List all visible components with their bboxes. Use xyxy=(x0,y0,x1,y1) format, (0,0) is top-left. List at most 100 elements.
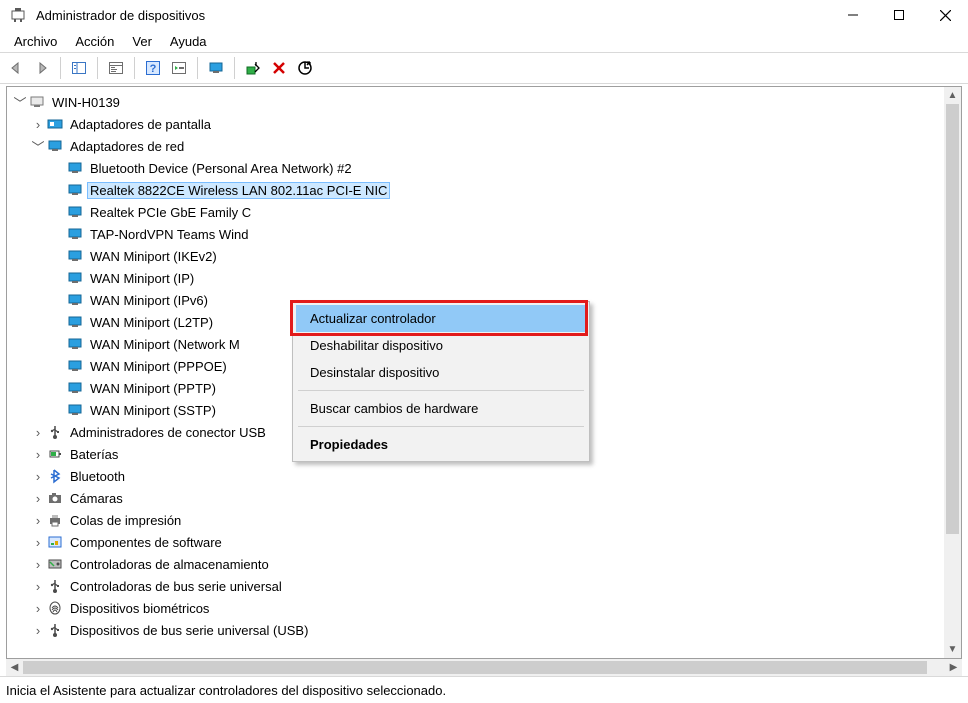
chevron-right-icon[interactable]: › xyxy=(31,513,45,528)
scrollbar-thumb[interactable] xyxy=(946,104,959,534)
scan-hardware-button[interactable] xyxy=(204,56,228,80)
tree-root-label: WIN-H0139 xyxy=(49,94,123,111)
context-menu-item[interactable]: Propiedades xyxy=(296,431,586,458)
tree-item-label: Componentes de software xyxy=(67,534,225,551)
tree-item-label: WAN Miniport (Network M xyxy=(87,336,243,353)
scroll-left-arrow-icon[interactable]: ◀ xyxy=(6,659,23,676)
properties-button[interactable] xyxy=(104,56,128,80)
tree-item-label: Controladoras de bus serie universal xyxy=(67,578,285,595)
tree-category[interactable]: › Componentes de software xyxy=(9,531,944,553)
context-menu-item[interactable]: Desinstalar dispositivo xyxy=(296,359,586,386)
tree-item-label: Administradores de conector USB xyxy=(67,424,269,441)
scroll-up-arrow-icon[interactable]: ▲ xyxy=(944,87,961,104)
bluetooth-icon xyxy=(47,468,63,484)
tree-item-label: Realtek 8822CE Wireless LAN 802.11ac PCI… xyxy=(87,182,390,199)
chevron-right-icon[interactable]: › xyxy=(31,579,45,594)
vertical-scrollbar[interactable]: ▲ ▼ xyxy=(944,87,961,658)
chevron-right-icon[interactable]: › xyxy=(31,557,45,572)
tree-category-display-adapters[interactable]: › Adaptadores de pantalla xyxy=(9,113,944,135)
close-button[interactable] xyxy=(922,0,968,30)
network-adapter-icon xyxy=(67,204,83,220)
show-hide-tree-button[interactable] xyxy=(67,56,91,80)
toolbar-separator xyxy=(134,57,135,79)
usb-icon xyxy=(47,622,63,638)
tree-category[interactable]: › Colas de impresión xyxy=(9,509,944,531)
tree-item-label: WAN Miniport (IP) xyxy=(87,270,197,287)
menu-ver[interactable]: Ver xyxy=(124,32,160,51)
tree-item-label: WAN Miniport (L2TP) xyxy=(87,314,216,331)
display-adapter-icon xyxy=(47,116,63,132)
tree-item-network-adapter[interactable]: Realtek PCIe GbE Family C xyxy=(9,201,944,223)
tree-category[interactable]: ›Dispositivos de bus serie universal (US… xyxy=(9,619,944,641)
tree-item-label: Bluetooth xyxy=(67,468,128,485)
tree-category[interactable]: › Controladoras de bus serie universal xyxy=(9,575,944,597)
chevron-right-icon[interactable]: › xyxy=(31,469,45,484)
uninstall-button[interactable] xyxy=(267,56,291,80)
scroll-right-arrow-icon[interactable]: ▶ xyxy=(945,659,962,676)
tree-category[interactable]: › Controladoras de almacenamiento xyxy=(9,553,944,575)
forward-button[interactable] xyxy=(30,56,54,80)
network-adapter-icon xyxy=(67,292,83,308)
battery-icon xyxy=(47,446,63,462)
chevron-right-icon[interactable]: › xyxy=(31,447,45,462)
tree-item-network-adapter[interactable]: WAN Miniport (IKEv2) xyxy=(9,245,944,267)
context-menu: Actualizar controladorDeshabilitar dispo… xyxy=(292,301,590,462)
tree-item-network-adapter[interactable]: Realtek 8822CE Wireless LAN 802.11ac PCI… xyxy=(9,179,944,201)
toolbar-separator xyxy=(97,57,98,79)
tree-root[interactable]: ﹀ WIN-H0139 xyxy=(9,91,944,113)
menu-accion[interactable]: Acción xyxy=(67,32,122,51)
tree-category[interactable]: › Bluetooth xyxy=(9,465,944,487)
menu-ayuda[interactable]: Ayuda xyxy=(162,32,215,51)
storage-icon xyxy=(47,556,63,572)
network-adapter-icon xyxy=(47,138,63,154)
chevron-down-icon[interactable]: ﹀ xyxy=(13,93,27,112)
scroll-down-arrow-icon[interactable]: ▼ xyxy=(944,641,961,658)
tree-item-label: Controladoras de almacenamiento xyxy=(67,556,272,573)
chevron-right-icon[interactable]: › xyxy=(31,623,45,638)
context-menu-item[interactable]: Actualizar controlador xyxy=(296,305,586,332)
minimize-button[interactable] xyxy=(830,0,876,30)
tree-category[interactable]: ›Dispositivos biométricos xyxy=(9,597,944,619)
back-button[interactable] xyxy=(4,56,28,80)
device-manager-window: Administrador de dispositivos Archivo Ac… xyxy=(0,0,968,703)
action-list-button[interactable] xyxy=(167,56,191,80)
chevron-down-icon[interactable]: ﹀ xyxy=(31,137,45,156)
chevron-right-icon[interactable]: › xyxy=(31,601,45,616)
maximize-button[interactable] xyxy=(876,0,922,30)
camera-icon xyxy=(47,490,63,506)
tree-item-label: WAN Miniport (PPTP) xyxy=(87,380,219,397)
chevron-right-icon[interactable]: › xyxy=(31,535,45,550)
computer-icon xyxy=(29,94,45,110)
tree-category-network-adapters[interactable]: ﹀ Adaptadores de red xyxy=(9,135,944,157)
chevron-right-icon[interactable]: › xyxy=(31,425,45,440)
status-text: Inicia el Asistente para actualizar cont… xyxy=(6,683,446,698)
scrollbar-thumb[interactable] xyxy=(23,661,927,674)
tree-item-label: WAN Miniport (PPPOE) xyxy=(87,358,230,375)
tree-item-label: Colas de impresión xyxy=(67,512,184,529)
tree-category[interactable]: ›Cámaras xyxy=(9,487,944,509)
tree-item-label: Baterías xyxy=(67,446,121,463)
tree-item-network-adapter[interactable]: WAN Miniport (IP) xyxy=(9,267,944,289)
network-adapter-icon xyxy=(67,380,83,396)
network-adapter-icon xyxy=(67,248,83,264)
scrollbar-track[interactable] xyxy=(23,659,945,676)
network-adapter-icon xyxy=(67,182,83,198)
context-menu-item[interactable]: Deshabilitar dispositivo xyxy=(296,332,586,359)
tree-item-label: Realtek PCIe GbE Family C xyxy=(87,204,254,221)
update-driver-button[interactable] xyxy=(241,56,265,80)
context-menu-item[interactable]: Buscar cambios de hardware xyxy=(296,395,586,422)
horizontal-scrollbar[interactable]: ◀ ▶ xyxy=(6,659,962,676)
scrollbar-track[interactable] xyxy=(944,104,961,641)
software-icon xyxy=(47,534,63,550)
help-button[interactable]: ? xyxy=(141,56,165,80)
context-menu-separator xyxy=(298,390,584,391)
status-bar: Inicia el Asistente para actualizar cont… xyxy=(0,676,968,703)
tree-pane: ﹀ WIN-H0139 › Adaptadores de pantalla ﹀ … xyxy=(6,86,962,659)
chevron-right-icon[interactable]: › xyxy=(31,117,45,132)
tree-item-network-adapter[interactable]: Bluetooth Device (Personal Area Network)… xyxy=(9,157,944,179)
tree-item-network-adapter[interactable]: TAP-NordVPN Teams Wind xyxy=(9,223,944,245)
chevron-right-icon[interactable]: › xyxy=(31,491,45,506)
disable-button[interactable] xyxy=(293,56,317,80)
window-controls xyxy=(830,0,968,30)
menu-archivo[interactable]: Archivo xyxy=(6,32,65,51)
